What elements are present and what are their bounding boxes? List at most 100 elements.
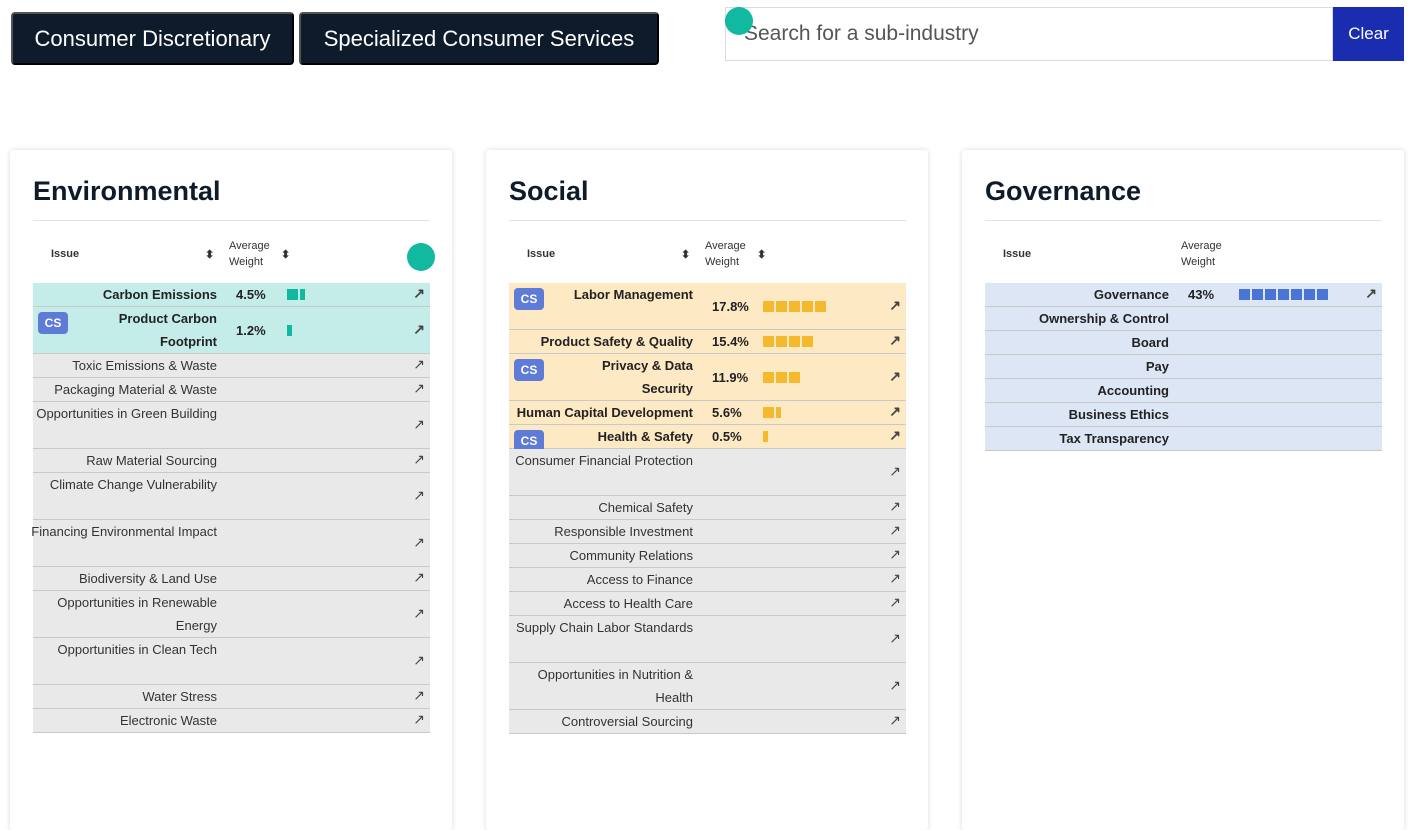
issue-column-header[interactable]: Issue	[527, 248, 555, 260]
table-row[interactable]: Climate Change Vulnerability ↗	[33, 473, 430, 520]
table-row[interactable]: CS Health & Safety 0.5% ↗	[509, 425, 906, 452]
issue-name: Community Relations	[569, 548, 693, 563]
table-row[interactable]: Community Relations ↗	[509, 544, 906, 568]
top-bar: Consumer Discretionary Specialized Consu…	[0, 0, 1408, 80]
external-link-icon[interactable]: ↗	[889, 403, 901, 420]
table-row[interactable]: Supply Chain Labor Standards ↗	[509, 616, 906, 663]
table-row[interactable]: CS Labor Management 17.8% ↗	[509, 283, 906, 330]
table-row[interactable]: Accounting	[985, 379, 1382, 403]
external-link-icon[interactable]: ↗	[413, 451, 425, 468]
table-row[interactable]: Biodiversity & Land Use ↗	[33, 567, 430, 591]
divider	[33, 220, 430, 221]
issue-name: Opportunities in Renewable Energy	[57, 595, 217, 633]
external-link-icon[interactable]: ↗	[413, 652, 425, 669]
search-input[interactable]	[726, 8, 1332, 60]
table-row[interactable]: Controversial Sourcing ↗	[509, 710, 906, 734]
issue-name: Human Capital Development	[516, 405, 693, 420]
table-row[interactable]: Water Stress ↗	[33, 685, 430, 709]
issue-name: Privacy & Data Security	[601, 358, 693, 396]
table-row[interactable]: Responsible Investment ↗	[509, 520, 906, 544]
table-row[interactable]: Financing Environmental Impact ↗	[31, 520, 430, 567]
external-link-icon[interactable]: ↗	[413, 416, 425, 433]
table-row[interactable]: Packaging Material & Waste ↗	[33, 378, 430, 402]
table-row[interactable]: Access to Health Care ↗	[509, 592, 906, 616]
external-link-icon[interactable]: ↗	[413, 285, 425, 302]
issues-table: Carbon Emissions 4.5% ↗ CS Product Carbon Fo…	[31, 283, 430, 733]
external-link-icon[interactable]: ↗	[889, 594, 901, 611]
clear-button[interactable]: Clear	[1333, 7, 1404, 61]
table-row[interactable]: Raw Material Sourcing ↗	[33, 449, 430, 473]
weight-bar	[763, 336, 813, 347]
issue-column-header[interactable]: Issue	[51, 248, 79, 260]
external-link-icon[interactable]: ↗	[1365, 285, 1377, 302]
table-row[interactable]: CS Product Carbon Footprint 1.2% ↗	[33, 307, 430, 354]
external-link-icon[interactable]: ↗	[413, 356, 425, 373]
breadcrumb-industry-button[interactable]: Specialized Consumer Services	[299, 12, 659, 65]
issue-name: Packaging Material & Waste	[54, 382, 217, 397]
table-row[interactable]: Opportunities in Renewable Energy ↗	[33, 591, 430, 638]
external-link-icon[interactable]: ↗	[889, 463, 901, 480]
external-link-icon[interactable]: ↗	[889, 332, 901, 349]
external-link-icon[interactable]: ↗	[889, 630, 901, 647]
sort-icon[interactable]: ⬍	[281, 248, 290, 261]
table-row[interactable]: Business Ethics	[985, 403, 1382, 427]
weight-bar-segment	[802, 336, 813, 347]
table-row[interactable]: Toxic Emissions & Waste ↗	[33, 354, 430, 378]
weight-column-header[interactable]: Average Weight	[229, 238, 270, 270]
external-link-icon[interactable]: ↗	[413, 569, 425, 586]
sort-icon[interactable]: ⬍	[681, 248, 690, 261]
weight-bar-segment	[776, 407, 781, 418]
table-row[interactable]: CS Privacy & Data Security 11.9% ↗	[509, 354, 906, 401]
issue-name: Board	[1131, 335, 1169, 350]
issue-name: Carbon Emissions	[102, 287, 217, 302]
sort-icon[interactable]: ⬍	[757, 248, 766, 261]
weight-bar-segment	[763, 431, 768, 442]
external-link-icon[interactable]: ↗	[889, 570, 901, 587]
external-link-icon[interactable]: ↗	[413, 687, 425, 704]
table-row[interactable]: Carbon Emissions 4.5% ↗	[33, 283, 430, 307]
table-row[interactable]: Product Safety & Quality 15.4% ↗	[509, 330, 906, 354]
table-row[interactable]: Opportunities in Clean Tech ↗	[33, 638, 430, 685]
external-link-icon[interactable]: ↗	[889, 368, 901, 385]
table-header: Issue ⬍ Average Weight ⬍	[509, 236, 906, 276]
table-row[interactable]: Board	[985, 331, 1382, 355]
weight-bar	[763, 431, 768, 442]
table-row[interactable]: Access to Finance ↗	[509, 568, 906, 592]
table-row[interactable]: Human Capital Development 5.6% ↗	[509, 401, 906, 425]
table-row[interactable]: Governance 43% ↗	[985, 283, 1382, 307]
table-row[interactable]: Opportunities in Green Building ↗	[33, 402, 430, 449]
weight-bar	[763, 371, 800, 383]
external-link-icon[interactable]: ↗	[889, 297, 901, 314]
table-row[interactable]: Electronic Waste ↗	[33, 709, 430, 733]
external-link-icon[interactable]: ↗	[889, 677, 901, 694]
weight-bar-segment	[1252, 289, 1263, 300]
weight-column-header[interactable]: Average Weight	[705, 238, 746, 270]
external-link-icon[interactable]: ↗	[413, 321, 425, 338]
issue-name: Opportunities in Nutrition & Health	[537, 667, 693, 705]
average-weight: 15.4%	[712, 334, 749, 349]
table-row[interactable]: Tax Transparency	[985, 427, 1382, 451]
table-row[interactable]: Consumer Financial Protection ↗	[509, 449, 906, 496]
table-row[interactable]: Opportunities in Nutrition & Health ↗	[509, 663, 906, 710]
breadcrumb-sector-button[interactable]: Consumer Discretionary	[11, 12, 294, 65]
divider	[509, 220, 906, 221]
external-link-icon[interactable]: ↗	[889, 522, 901, 539]
external-link-icon[interactable]: ↗	[889, 498, 901, 515]
external-link-icon[interactable]: ↗	[889, 712, 901, 729]
external-link-icon[interactable]: ↗	[889, 546, 901, 563]
external-link-icon[interactable]: ↗	[413, 380, 425, 397]
card-title: Governance	[985, 176, 1142, 206]
sort-icon[interactable]: ⬍	[205, 248, 214, 261]
table-row[interactable]: Ownership & Control	[985, 307, 1382, 331]
external-link-icon[interactable]: ↗	[413, 534, 425, 551]
table-row[interactable]: Chemical Safety ↗	[509, 496, 906, 520]
weight-bar-segment	[1278, 289, 1289, 300]
weight-bar	[763, 407, 781, 418]
issue-name: Climate Change Vulnerability	[49, 477, 217, 492]
external-link-icon[interactable]: ↗	[413, 605, 425, 622]
external-link-icon[interactable]: ↗	[889, 427, 901, 444]
external-link-icon[interactable]: ↗	[413, 711, 425, 728]
weight-header-line1: Average	[229, 240, 270, 252]
table-row[interactable]: Pay	[985, 355, 1382, 379]
external-link-icon[interactable]: ↗	[413, 487, 425, 504]
